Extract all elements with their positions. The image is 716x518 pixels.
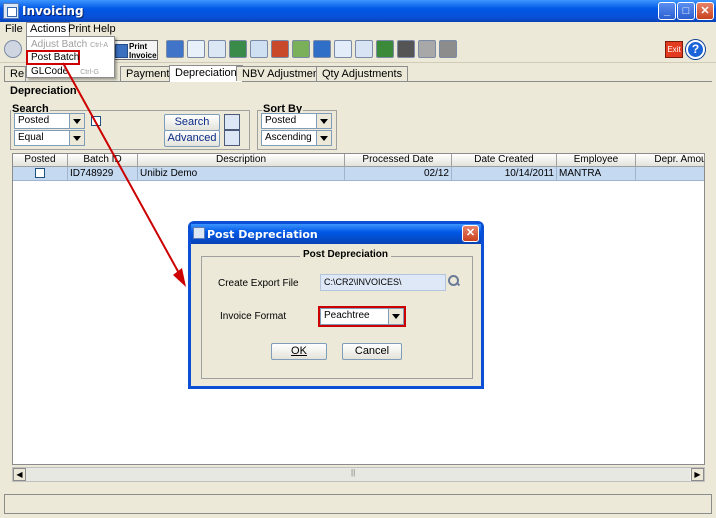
advanced-search-icon[interactable]	[224, 130, 240, 146]
exit-button[interactable]: Exit	[665, 41, 683, 58]
column-header-processed-date[interactable]: Processed Date	[345, 154, 452, 167]
forward-icon[interactable]	[313, 40, 331, 58]
disabled-tool-icon-2	[439, 40, 457, 58]
export-file-label: Create Export File	[218, 278, 299, 289]
users-icon[interactable]	[271, 40, 289, 58]
app-icon	[3, 3, 19, 19]
date-created-cell: 10/14/2011	[452, 167, 557, 181]
sort-direction-select[interactable]: Ascending	[261, 130, 332, 146]
menu-item-glcode[interactable]: GLCode Ctrl-G	[27, 65, 114, 78]
grid-header: Posted Batch ID Description Processed Da…	[13, 154, 704, 167]
chevron-down-icon	[388, 309, 403, 324]
menu-actions[interactable]: Actions	[26, 22, 71, 37]
column-header-batch-id[interactable]: Batch ID	[68, 154, 138, 167]
employee-cell: MANTRA	[557, 167, 636, 181]
report-icon[interactable]	[250, 40, 268, 58]
column-header-date-created[interactable]: Date Created	[452, 154, 557, 167]
print-invoice-button[interactable]: Print Invoice	[112, 40, 158, 60]
column-header-posted[interactable]: Posted	[13, 154, 68, 167]
dialog-title-bar: Post Depreciation ✕	[191, 224, 481, 244]
description-cell: Unibiz Demo	[138, 167, 345, 181]
dialog-title: Post Depreciation	[207, 228, 318, 241]
sort-field-select[interactable]: Posted	[261, 113, 332, 129]
dialog-close-button[interactable]: ✕	[462, 225, 479, 242]
invoice-format-select[interactable]: Peachtree	[320, 308, 404, 325]
horizontal-scrollbar[interactable]: ◀ || ▶	[12, 467, 705, 482]
scroll-thumb-grip: ||	[351, 468, 356, 477]
grid-icon[interactable]	[376, 40, 394, 58]
column-header-depr-amount[interactable]: Depr. Amou	[636, 154, 704, 167]
chevron-down-icon	[316, 131, 331, 145]
tab-re[interactable]: Re	[4, 66, 26, 81]
processed-date-cell: 02/12	[345, 167, 452, 181]
scroll-left-icon[interactable]: ◀	[13, 468, 26, 481]
invoice-format-label: Invoice Format	[220, 311, 287, 322]
ok-button[interactable]: OK	[271, 343, 327, 360]
menu-bar: File Actions Print Help	[0, 22, 716, 37]
document-icon[interactable]	[334, 40, 352, 58]
dialog-icon	[193, 227, 205, 239]
menu-file[interactable]: File	[2, 23, 26, 35]
cancel-button[interactable]: Cancel	[342, 343, 402, 360]
menu-help[interactable]: Help	[90, 23, 119, 35]
post-depreciation-dialog: Post Depreciation ✕ Post Depreciation Cr…	[188, 221, 484, 389]
batch-id-cell: ID748929	[68, 167, 138, 181]
calculator-icon[interactable]	[229, 40, 247, 58]
disabled-tool-icon	[418, 40, 436, 58]
status-bar	[4, 494, 712, 514]
chevron-down-icon	[69, 131, 84, 145]
chevron-down-icon	[316, 114, 331, 128]
help-icon[interactable]: ?	[686, 40, 705, 59]
scroll-right-icon[interactable]: ▶	[691, 468, 704, 481]
tab-depreciation[interactable]: Depreciation	[169, 65, 243, 82]
search-button[interactable]: Search	[164, 114, 220, 131]
minimize-button[interactable]: _	[658, 2, 676, 20]
depr-amount-cell	[636, 167, 704, 181]
actions-dropdown-menu: Adjust Batch Ctrl-A Post Batch GLCode Ctrl…	[26, 36, 115, 78]
close-button[interactable]: ✕	[696, 2, 714, 20]
search-field-select[interactable]: Posted	[14, 113, 85, 129]
maximize-button[interactable]: □	[677, 2, 695, 20]
chevron-down-icon	[69, 114, 84, 128]
browse-search-icon[interactable]	[448, 275, 460, 287]
export-icon[interactable]	[208, 40, 226, 58]
table-row[interactable]: ID748929 Unibiz Demo 02/12 10/14/2011 MA…	[13, 167, 704, 181]
tab-qty-adjustments[interactable]: Qty Adjustments	[316, 66, 409, 81]
window-title: Invoicing	[22, 4, 84, 18]
column-header-employee[interactable]: Employee	[557, 154, 636, 167]
search-checkbox[interactable]	[91, 116, 101, 126]
column-header-description[interactable]: Description	[138, 154, 345, 167]
save-icon[interactable]	[166, 40, 184, 58]
title-bar: Invoicing _ □ ✕	[0, 0, 716, 22]
pdf-icon[interactable]	[355, 40, 373, 58]
export-path-field[interactable]: C:\CR2\INVOICES\	[320, 274, 446, 291]
binoculars-icon[interactable]	[224, 114, 240, 130]
stamp-icon[interactable]	[397, 40, 415, 58]
dialog-group-label: Post Depreciation	[300, 249, 392, 260]
tab-strip-line	[4, 81, 712, 82]
advanced-button[interactable]: Advanced	[164, 130, 220, 147]
search-operator-select[interactable]: Equal	[14, 130, 85, 146]
scroll-thumb[interactable]: ||	[26, 468, 690, 481]
menu-item-post-batch[interactable]: Post Batch	[26, 50, 80, 65]
posted-checkbox[interactable]	[35, 168, 45, 178]
section-title: Depreciation	[10, 85, 77, 97]
spreadsheet-icon[interactable]	[292, 40, 310, 58]
posted-cell	[13, 167, 68, 181]
refresh-icon[interactable]	[4, 40, 22, 58]
preview-icon[interactable]	[187, 40, 205, 58]
